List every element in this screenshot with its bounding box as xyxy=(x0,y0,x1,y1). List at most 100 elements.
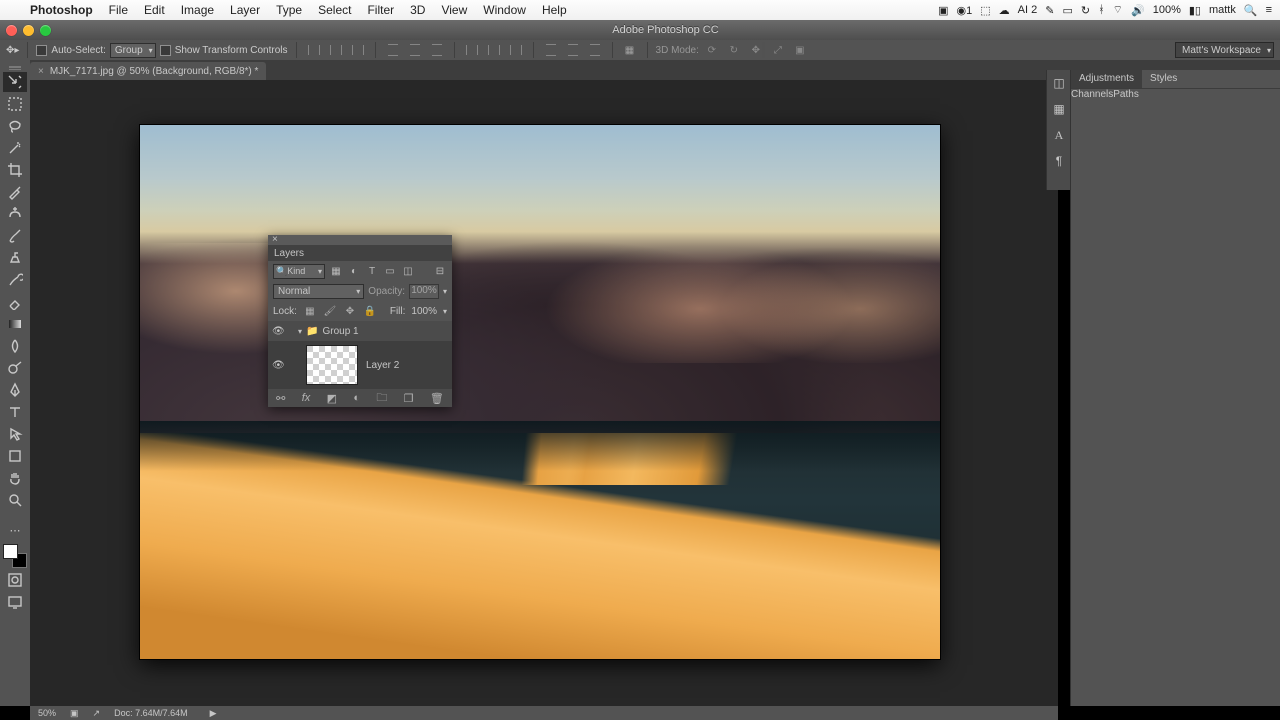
delete-layer-icon[interactable]: 🗑 xyxy=(430,392,444,405)
menu-type[interactable]: Type xyxy=(276,3,302,17)
character-icon[interactable]: A xyxy=(1047,122,1071,148)
quick-mask-tool[interactable] xyxy=(3,570,27,590)
history-brush-tool[interactable] xyxy=(3,270,27,290)
menu-view[interactable]: View xyxy=(441,3,467,17)
3d-pan-icon[interactable]: ✥ xyxy=(747,42,765,58)
blend-mode-select[interactable]: Normal xyxy=(273,284,364,299)
filter-type-icon[interactable]: T xyxy=(365,264,379,278)
blur-tool[interactable] xyxy=(3,336,27,356)
workspace-switcher[interactable]: Matt's Workspace xyxy=(1175,42,1274,58)
align-right-icon[interactable] xyxy=(349,42,367,58)
canvas-area[interactable] xyxy=(30,80,1058,706)
layer-group-row[interactable]: 👁 ▾ 📁 Group 1 xyxy=(268,321,452,341)
group-disclosure-icon[interactable]: ▾ xyxy=(298,327,302,336)
align-top-icon[interactable] xyxy=(384,42,402,58)
panel-close-icon[interactable]: × xyxy=(272,234,278,245)
user-menu[interactable]: mattk xyxy=(1209,4,1236,16)
paragraph-icon[interactable]: ¶ xyxy=(1047,148,1071,174)
adjustment-layer-icon[interactable]: ◐ xyxy=(353,392,360,404)
hand-tool[interactable] xyxy=(3,468,27,488)
auto-select-checkbox[interactable] xyxy=(36,45,47,56)
document-tab[interactable]: × MJK_7171.jpg @ 50% (Background, RGB/8*… xyxy=(30,62,266,80)
crop-tool[interactable] xyxy=(3,160,27,180)
layers-panel[interactable]: × Layers 🔍Kind ▦ ◐ T ▭ ◫ ⊟ Normal Opacit… xyxy=(268,235,452,407)
layer-style-icon[interactable]: fx xyxy=(302,392,311,404)
dropbox-icon[interactable]: ⬚ xyxy=(980,4,990,17)
lock-pixels-icon[interactable]: 🖌 xyxy=(323,304,337,318)
distribute-h3-icon[interactable] xyxy=(507,42,525,58)
menu-window[interactable]: Window xyxy=(483,3,526,17)
align-bottom-icon[interactable] xyxy=(428,42,446,58)
dodge-tool[interactable] xyxy=(3,358,27,378)
link-layers-icon[interactable]: ⚯ xyxy=(276,392,285,405)
lock-transparency-icon[interactable]: ▦ xyxy=(303,304,317,318)
window-zoom-button[interactable] xyxy=(40,25,51,36)
filter-shape-icon[interactable]: ▭ xyxy=(383,264,397,278)
tab-styles[interactable]: Styles xyxy=(1142,70,1185,88)
menu-filter[interactable]: Filter xyxy=(367,3,394,17)
filter-adjust-icon[interactable]: ◐ xyxy=(347,264,361,278)
cloud-icon[interactable]: ☁ xyxy=(999,4,1010,17)
menu-file[interactable]: File xyxy=(109,3,128,17)
layer-name[interactable]: Layer 2 xyxy=(366,360,399,371)
bluetooth-icon[interactable]: ᚼ xyxy=(1098,4,1105,16)
window-close-button[interactable] xyxy=(6,25,17,36)
zoom-level[interactable]: 50% xyxy=(38,708,56,718)
lasso-tool[interactable] xyxy=(3,116,27,136)
align-vcenter-icon[interactable] xyxy=(406,42,424,58)
type-tool[interactable] xyxy=(3,402,27,422)
close-tab-icon[interactable]: × xyxy=(38,66,44,77)
battery-icon[interactable]: ▮▯ xyxy=(1189,4,1201,17)
3d-slide-icon[interactable]: ⤢ xyxy=(769,42,787,58)
eraser-tool[interactable] xyxy=(3,292,27,312)
volume-icon[interactable]: 🔊 xyxy=(1131,4,1145,17)
distribute-v1-icon[interactable] xyxy=(542,42,560,58)
doc-size[interactable]: Doc: 7.64M/7.64M xyxy=(114,708,188,718)
opacity-field[interactable]: 100% xyxy=(409,284,439,299)
panel-drag-bar[interactable]: × xyxy=(268,235,452,245)
show-transform-checkbox[interactable] xyxy=(160,45,171,56)
layer-mask-icon[interactable]: ◩ xyxy=(327,392,337,405)
menu-help[interactable]: Help xyxy=(542,3,567,17)
pen-tool[interactable] xyxy=(3,380,27,400)
magic-wand-tool[interactable] xyxy=(3,138,27,158)
move-tool[interactable] xyxy=(3,72,27,92)
filter-pixel-icon[interactable]: ▦ xyxy=(329,264,343,278)
distribute-h1-icon[interactable] xyxy=(463,42,481,58)
menu-3d[interactable]: 3D xyxy=(410,3,425,17)
display-icon[interactable]: ▭ xyxy=(1062,4,1072,17)
new-group-icon[interactable]: 🗀 xyxy=(376,389,387,408)
document-canvas[interactable] xyxy=(140,125,940,659)
spotlight-icon[interactable]: 🔍 xyxy=(1244,4,1258,17)
eyedropper-tool[interactable] xyxy=(3,182,27,202)
clone-stamp-tool[interactable] xyxy=(3,248,27,268)
brush-tool[interactable] xyxy=(3,226,27,246)
distribute-v2-icon[interactable] xyxy=(564,42,582,58)
panel-grip-icon[interactable] xyxy=(9,66,21,70)
healing-brush-tool[interactable] xyxy=(3,204,27,224)
screen-mode-tool[interactable] xyxy=(3,592,27,612)
menu-image[interactable]: Image xyxy=(181,3,214,17)
align-left-icon[interactable] xyxy=(305,42,323,58)
notification-center-icon[interactable]: ≡ xyxy=(1266,4,1272,16)
auto-align-icon[interactable]: ▦ xyxy=(621,42,639,58)
menu-layer[interactable]: Layer xyxy=(230,3,260,17)
filter-smart-icon[interactable]: ◫ xyxy=(401,264,415,278)
status-menu-icon[interactable]: ▶ xyxy=(210,708,217,719)
3d-scale-icon[interactable]: ▣ xyxy=(791,42,809,58)
battery-percent[interactable]: 100% xyxy=(1153,4,1181,16)
3d-orbit-icon[interactable]: ⟳ xyxy=(703,42,721,58)
swatches-icon[interactable]: ▦ xyxy=(1047,96,1071,122)
status-preview-icon[interactable]: ▣ xyxy=(70,708,79,719)
new-layer-icon[interactable]: ❐ xyxy=(404,392,414,405)
screencast-icon[interactable]: ▣ xyxy=(938,4,948,17)
auto-select-target[interactable]: Group xyxy=(110,43,156,58)
timemachine-icon[interactable]: ↻ xyxy=(1081,4,1090,17)
lock-all-icon[interactable]: 🔒 xyxy=(363,304,377,318)
layer-thumbnail[interactable] xyxy=(306,345,358,385)
group-name[interactable]: Group 1 xyxy=(322,326,358,337)
edit-toolbar-icon[interactable]: ⋯ xyxy=(3,520,27,540)
tab-channels[interactable]: Channels xyxy=(1071,89,1113,106)
status-expose-icon[interactable]: ↗ xyxy=(93,708,101,719)
distribute-h2-icon[interactable] xyxy=(485,42,503,58)
